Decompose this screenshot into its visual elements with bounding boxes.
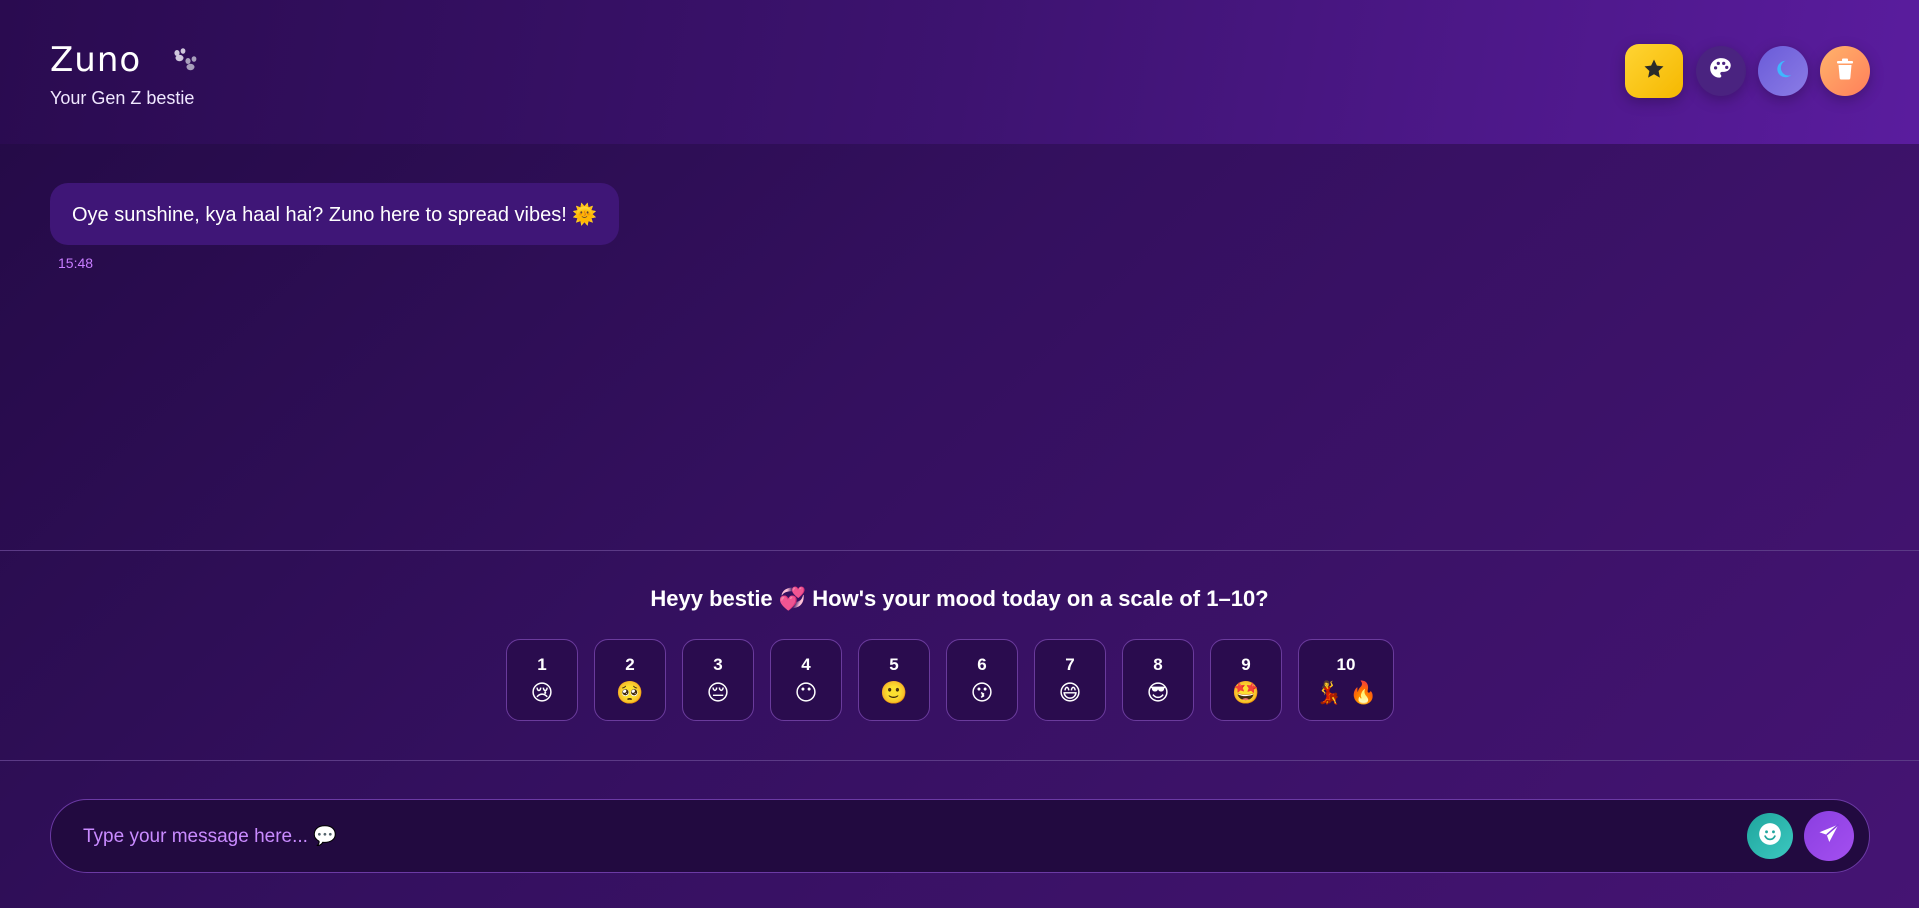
smiley-icon [1757,821,1783,852]
emoji-picker-button[interactable] [1747,813,1793,859]
moon-icon [1772,58,1794,85]
mood-option-6[interactable]: 6 😗 [946,639,1018,721]
mood-value: 1 [537,654,547,674]
brand: Zuno Your Gen Z bestie [50,40,199,109]
mood-option-5[interactable]: 5 🙂 [858,639,930,721]
mood-value: 8 [1153,654,1163,674]
mood-emoji: 🤩 [1232,680,1260,706]
mood-option-8[interactable]: 8 😎 [1122,639,1194,721]
send-button[interactable] [1804,811,1854,861]
mood-value: 9 [1241,654,1251,674]
mood-question: Heyy bestie 💞 How's your mood today on a… [650,586,1269,611]
favorites-button[interactable] [1625,44,1683,98]
mood-option-2[interactable]: 2 🥺 [594,639,666,721]
mood-value: 4 [801,654,811,674]
mood-option-1[interactable]: 1 😢 [506,639,578,721]
mood-emoji: 😢 [530,680,554,706]
star-icon [1642,57,1666,86]
paw-icon [171,42,199,82]
dark-mode-button[interactable] [1758,46,1808,96]
trash-icon [1835,58,1855,85]
palette-icon [1708,56,1734,87]
mood-scale: 1 😢 2 🥺 3 😔 4 😶 5 🙂 6 😗 7 😄 8 😎 9 🤩 10 💃 🔥 [506,639,1394,721]
message-text: Oye sunshine, kya haal hai? Zuno here to… [72,203,598,226]
app-subtitle: Your Gen Z bestie [50,87,195,108]
mood-emoji: 🥺 [616,680,644,706]
mood-value: 2 [625,654,635,674]
bot-message: Oye sunshine, kya haal hai? Zuno here to… [50,183,620,245]
mood-emoji: 😎 [1146,680,1170,706]
app-title-text: Zuno [50,40,142,80]
message-timestamp: 15:48 [58,255,94,271]
mood-value: 5 [889,654,899,674]
divider-top [0,550,1919,551]
mood-emoji: 💃 🔥 [1315,680,1377,706]
mood-value: 3 [713,654,723,674]
mood-emoji: 🙂 [880,680,908,706]
mood-value: 6 [977,654,987,674]
message-input[interactable] [81,800,1485,873]
mood-emoji: 😄 [1058,680,1082,706]
mood-option-3[interactable]: 3 😔 [682,639,754,721]
mood-option-10[interactable]: 10 💃 🔥 [1298,639,1394,721]
mood-option-4[interactable]: 4 😶 [770,639,842,721]
app-title: Zuno [50,40,199,82]
mood-value: 7 [1065,654,1075,674]
mood-emoji: 😗 [970,680,994,706]
mood-option-7[interactable]: 7 😄 [1034,639,1106,721]
mood-value: 10 [1336,654,1356,674]
mood-emoji: 😔 [706,680,730,706]
mood-emoji: 😶 [794,680,818,706]
send-icon [1817,822,1841,851]
divider-bottom [0,760,1919,761]
theme-button[interactable] [1696,46,1746,96]
app-header: Zuno Your Gen Z bestie [0,0,1919,144]
clear-chat-button[interactable] [1820,46,1870,96]
mood-option-9[interactable]: 9 🤩 [1210,639,1282,721]
message-composer [50,799,1870,873]
